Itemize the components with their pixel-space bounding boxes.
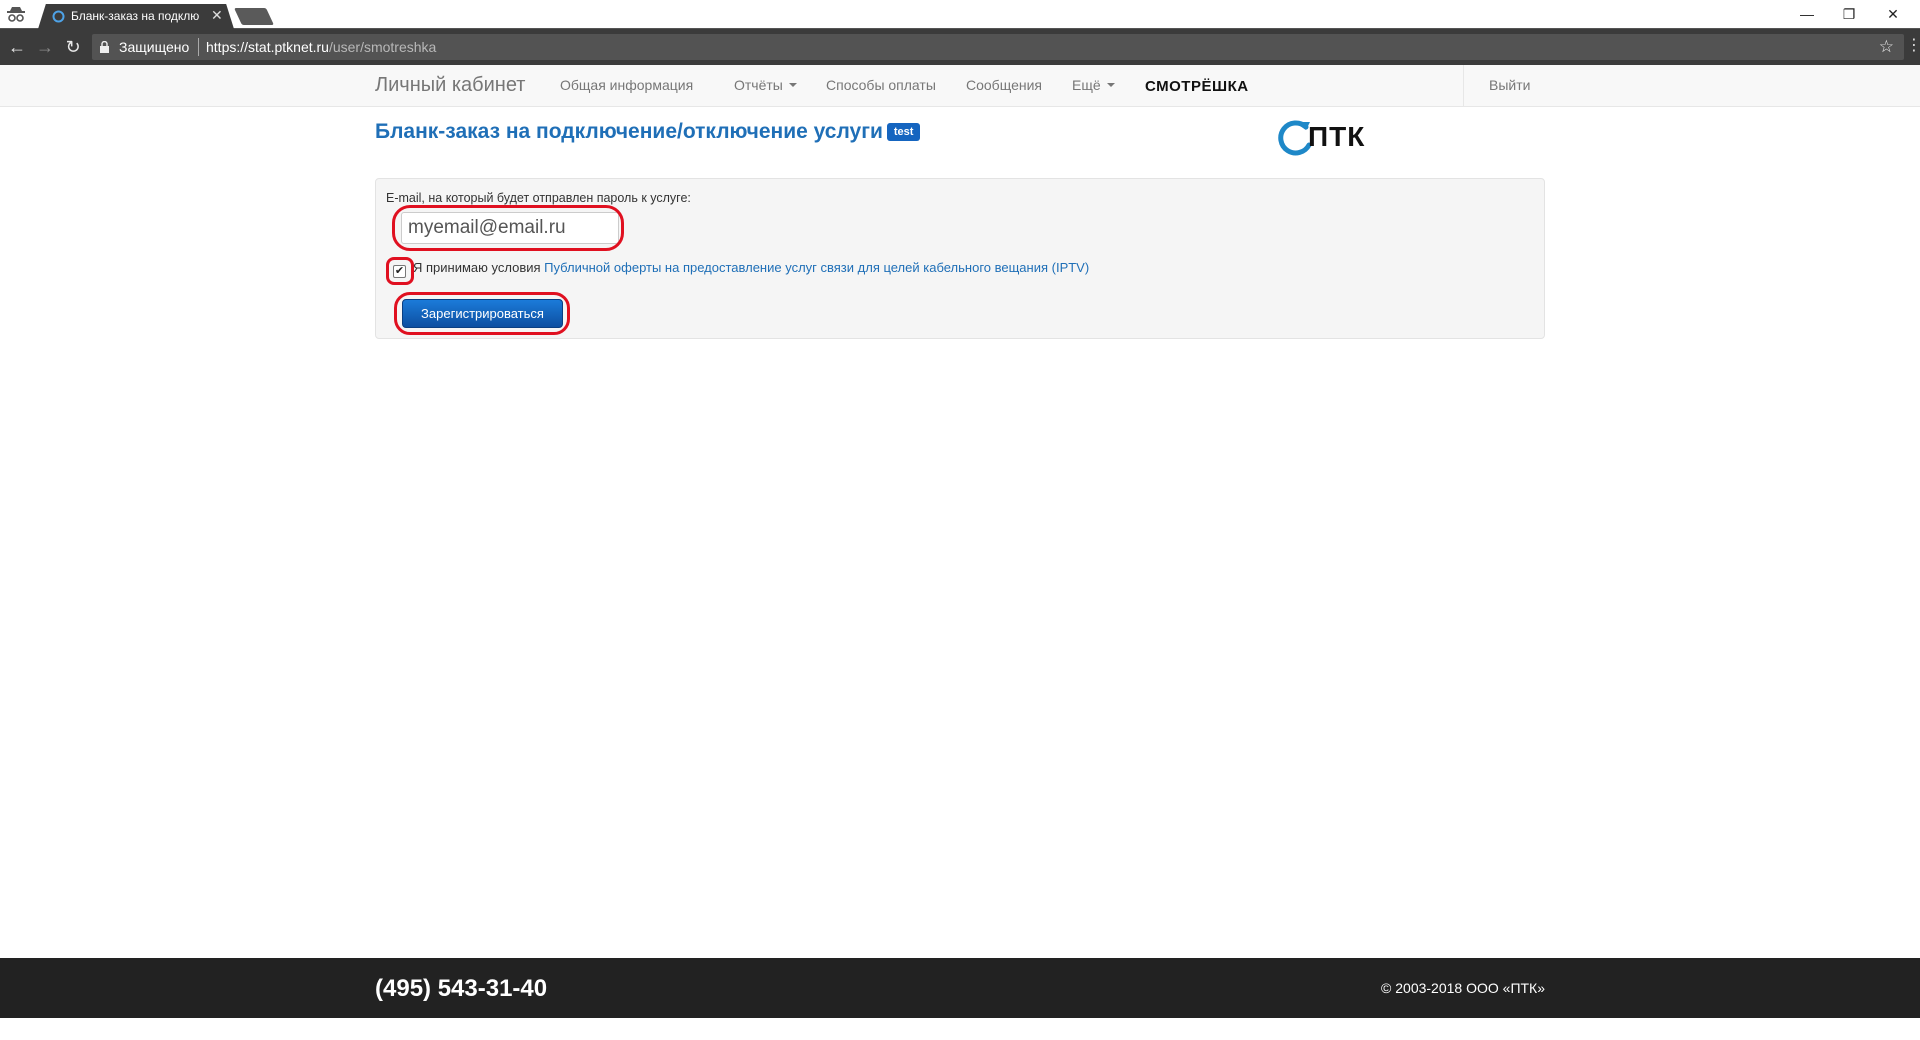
highlight-checkbox-ring [386, 257, 414, 285]
nav-item-more-label: Ещё [1072, 77, 1101, 93]
footer-phone: (495) 543-31-40 [375, 975, 548, 1002]
restore-button[interactable]: ❐ [1834, 4, 1864, 24]
agree-text: Я принимаю условия Публичной оферты на п… [413, 260, 1089, 275]
ptk-logo-text: ПТК [1308, 121, 1366, 152]
reload-button[interactable]: ↻ [63, 37, 83, 57]
minimize-button[interactable]: — [1792, 4, 1822, 24]
test-badge: test [886, 123, 921, 141]
browser-tab-active[interactable]: Бланк-заказ на подклю ✕ [38, 4, 234, 29]
favicon-icon [52, 10, 65, 23]
navbar-brand[interactable]: Личный кабинет [375, 74, 525, 97]
page-bottom [0, 1018, 1920, 1040]
footer-copyright: © 2003-2018 ООО «ПТК» [1381, 980, 1545, 996]
caret-down-icon [1106, 83, 1115, 87]
page-title: Бланк-заказ на подключение/отключение ус… [375, 120, 921, 144]
forward-button[interactable]: → [35, 37, 55, 57]
page-title-text: Бланк-заказ на подключение/отключение ус… [375, 120, 883, 143]
nav-item-messages[interactable]: Сообщения [966, 77, 1042, 93]
logout-link[interactable]: Выйти [1489, 77, 1530, 93]
caret-down-icon [788, 83, 797, 87]
site-navbar: Личный кабинет Общая информация Отчёты С… [0, 65, 1920, 107]
back-button[interactable]: ← [7, 37, 27, 57]
email-label: E-mail, на который будет отправлен парол… [386, 191, 691, 205]
lock-icon [100, 41, 109, 53]
nav-item-general[interactable]: Общая информация [560, 77, 693, 93]
secure-label: Защищено [119, 39, 190, 55]
nav-item-reports[interactable]: Отчёты [734, 77, 797, 93]
url-text[interactable]: https://stat.ptknet.ru/user/smotreshka [206, 39, 436, 55]
close-window-button[interactable]: ✕ [1878, 4, 1908, 24]
nav-item-reports-label: Отчёты [734, 77, 783, 93]
browser-menu-icon[interactable]: ⋮ [1906, 38, 1920, 54]
url-path: /user/smotreshka [328, 39, 437, 55]
offer-link[interactable]: Публичной оферты на предоставление услуг… [544, 260, 1089, 275]
highlight-button-ring [394, 292, 570, 335]
tab-title: Бланк-заказ на подклю [71, 9, 200, 23]
address-bar[interactable]: Защищено https://stat.ptknet.ru/user/smo… [92, 34, 1904, 60]
url-host: https://stat.ptknet.ru [206, 39, 329, 55]
highlight-email-ring [392, 205, 624, 251]
agree-prefix: Я принимаю условия [413, 260, 541, 275]
site-footer: (495) 543-31-40 © 2003-2018 ООО «ПТК» [0, 958, 1920, 1018]
new-tab-button[interactable] [234, 8, 274, 25]
incognito-icon [7, 7, 25, 22]
browser-tab-strip: Бланк-заказ на подклю ✕ — ❐ ✕ [0, 0, 1920, 29]
bookmark-star-icon[interactable]: ☆ [1879, 37, 1894, 57]
order-form-panel: E-mail, на который будет отправлен парол… [375, 178, 1545, 339]
nav-divider [1463, 65, 1464, 107]
omnibox-divider [198, 38, 199, 56]
browser-toolbar: ← → ↻ Защищено https://stat.ptknet.ru/us… [0, 29, 1920, 65]
smotreshka-logo[interactable]: СМОТРЁШКА [1145, 78, 1249, 95]
nav-item-more[interactable]: Ещё [1072, 77, 1115, 93]
tab-close-icon[interactable]: ✕ [211, 7, 223, 24]
nav-item-payment[interactable]: Способы оплаты [826, 77, 936, 93]
